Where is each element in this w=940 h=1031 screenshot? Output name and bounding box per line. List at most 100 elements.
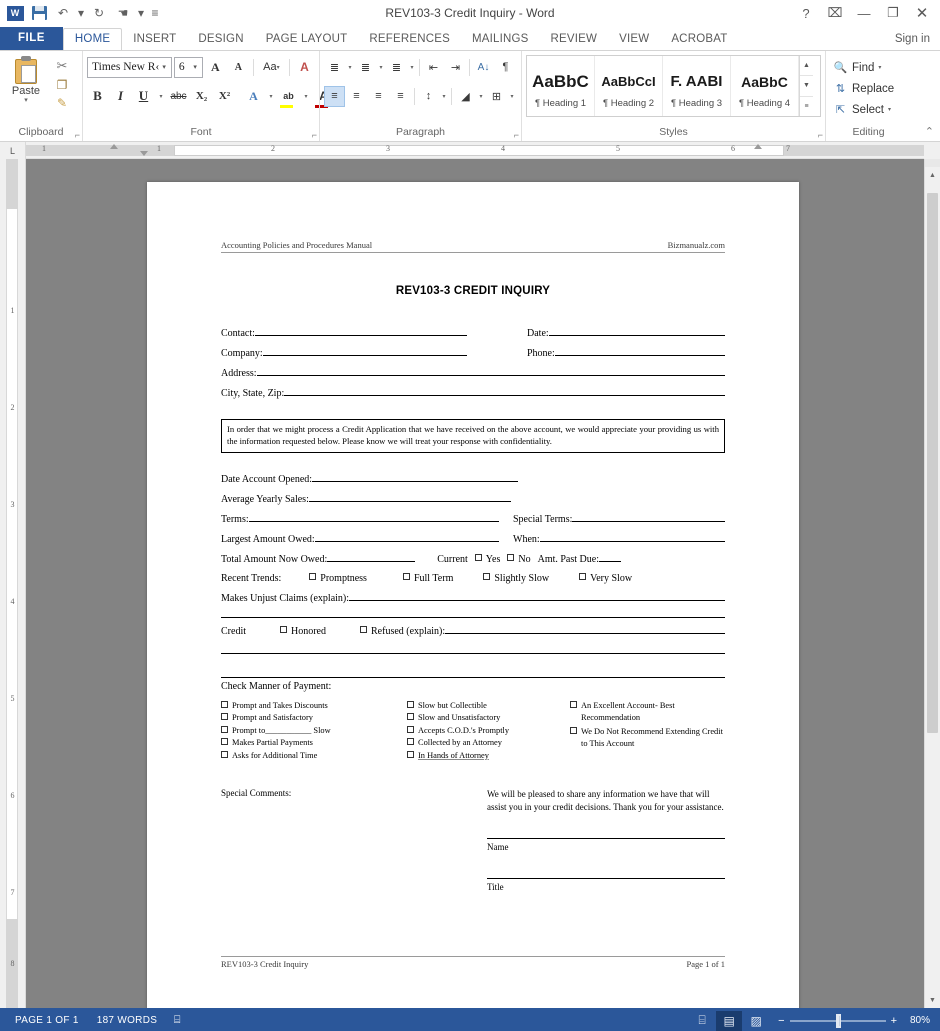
tab-home[interactable]: HOME xyxy=(62,28,123,50)
paste-button[interactable]: Paste ▾ xyxy=(4,54,48,125)
title-signature-line[interactable] xyxy=(487,878,725,880)
subscript-icon[interactable]: X₂ xyxy=(191,86,212,107)
payment-checkbox[interactable] xyxy=(407,725,414,733)
zoom-slider[interactable]: − + xyxy=(770,1013,905,1028)
font-size-caret-icon[interactable]: ▾ xyxy=(190,63,200,71)
borders-dropdown-icon[interactable]: ▾ xyxy=(508,93,516,100)
ribbon-display-options-icon[interactable]: ⌧ xyxy=(821,1,849,25)
multilevel-list-icon[interactable]: ≣ xyxy=(386,57,407,78)
undo-dropdown-icon[interactable]: ▾ xyxy=(76,2,86,24)
customize-qat-icon[interactable]: ≡ xyxy=(148,2,162,24)
paste-dropdown-icon[interactable]: ▾ xyxy=(24,97,28,104)
web-layout-icon[interactable]: ▨ xyxy=(743,1011,769,1031)
borders-icon[interactable]: ⊞ xyxy=(486,86,507,107)
sign-in-button[interactable]: Sign in xyxy=(895,29,940,50)
touch-mode-dropdown-icon[interactable]: ▾ xyxy=(136,2,146,24)
date-input[interactable] xyxy=(548,323,725,336)
hanging-indent-marker[interactable] xyxy=(140,151,148,156)
replace-button[interactable]: ⇅ Replace xyxy=(830,78,907,99)
close-icon[interactable]: ✕ xyxy=(908,1,936,25)
font-dialog-launcher[interactable]: ⌐ xyxy=(312,130,317,140)
find-button[interactable]: 🔍 Find ▾ xyxy=(830,57,907,78)
align-left-icon[interactable]: ≡ xyxy=(324,85,345,107)
underline-dropdown-icon[interactable]: ▾ xyxy=(156,86,166,107)
align-right-icon[interactable]: ≡ xyxy=(368,86,389,107)
shrink-font-icon[interactable]: A xyxy=(228,57,249,78)
strikethrough-icon[interactable]: abc xyxy=(168,86,189,107)
change-case-icon[interactable]: Aa ▾ xyxy=(257,57,285,78)
page-indicator[interactable]: PAGE 1 OF 1 xyxy=(6,1015,88,1026)
decrease-indent-icon[interactable]: ⇤ xyxy=(423,57,444,78)
amt-past-due-input[interactable] xyxy=(598,549,621,562)
text-effects-dropdown-icon[interactable]: ▾ xyxy=(266,86,276,107)
grow-font-icon[interactable]: A xyxy=(205,57,226,78)
tab-acrobat[interactable]: ACROBAT xyxy=(660,29,738,50)
tab-stop-selector[interactable]: L xyxy=(0,142,26,159)
zoom-track[interactable] xyxy=(789,1013,886,1028)
word-count[interactable]: 187 WORDS xyxy=(88,1015,167,1026)
text-effects-icon[interactable]: A xyxy=(243,86,264,107)
italic-icon[interactable]: I xyxy=(110,86,131,107)
terms-input[interactable] xyxy=(248,509,499,522)
bullets-dropdown-icon[interactable]: ▾ xyxy=(346,64,354,71)
highlight-dropdown-icon[interactable]: ▾ xyxy=(301,86,311,107)
vertical-scrollbar[interactable]: ▲ ▼ xyxy=(924,159,940,1008)
trend-slightly-slow-checkbox[interactable] xyxy=(483,573,491,580)
superscript-icon[interactable]: X² xyxy=(214,86,235,107)
find-dropdown-icon[interactable]: ▾ xyxy=(878,64,881,71)
cut-icon[interactable]: ✂ xyxy=(57,58,68,74)
total-amount-now-owed-input[interactable] xyxy=(327,549,416,562)
styles-more-icon[interactable]: ≡ xyxy=(800,97,813,116)
average-yearly-sales-input[interactable] xyxy=(308,489,511,502)
justify-icon[interactable]: ≡ xyxy=(390,86,411,107)
company-input[interactable] xyxy=(262,343,467,356)
styles-scroll-down-icon[interactable]: ▼ xyxy=(800,76,813,97)
scrollbar-thumb[interactable] xyxy=(927,193,938,733)
zoom-in-icon[interactable]: + xyxy=(891,1015,897,1027)
phone-input[interactable] xyxy=(554,343,725,356)
split-handle[interactable] xyxy=(925,159,940,167)
tab-insert[interactable]: INSERT xyxy=(122,29,187,50)
first-line-indent-marker[interactable] xyxy=(110,144,118,149)
copy-icon[interactable]: ❐ xyxy=(57,78,68,92)
select-dropdown-icon[interactable]: ▾ xyxy=(888,106,891,113)
tab-file[interactable]: FILE xyxy=(0,27,63,50)
payment-checkbox[interactable] xyxy=(407,713,414,721)
read-mode-icon[interactable]: ⌸ xyxy=(689,1011,715,1031)
current-yes-checkbox[interactable] xyxy=(474,554,482,561)
shading-icon[interactable]: ◢ xyxy=(455,86,476,107)
when-input[interactable] xyxy=(539,529,725,542)
payment-checkbox[interactable] xyxy=(221,750,228,758)
shading-dropdown-icon[interactable]: ▾ xyxy=(477,93,485,100)
styles-dialog-launcher[interactable]: ⌐ xyxy=(818,130,823,140)
undo-icon[interactable]: ↶ xyxy=(52,2,74,24)
unjust-claims-input[interactable] xyxy=(349,588,725,601)
zoom-level[interactable]: 80% xyxy=(906,1015,934,1026)
clipboard-dialog-launcher[interactable]: ⌐ xyxy=(75,130,80,140)
tab-view[interactable]: VIEW xyxy=(608,29,660,50)
maximize-icon[interactable]: ❐ xyxy=(879,1,907,25)
largest-amount-owed-input[interactable] xyxy=(314,529,499,542)
right-indent-marker[interactable] xyxy=(754,144,762,149)
print-layout-icon[interactable]: ▤ xyxy=(716,1010,743,1031)
name-signature-line[interactable] xyxy=(487,838,725,840)
scroll-up-icon[interactable]: ▲ xyxy=(925,167,940,183)
select-button[interactable]: ⇱ Select ▾ xyxy=(830,99,907,120)
payment-checkbox[interactable] xyxy=(570,726,577,734)
font-name-combo[interactable]: Times New R‹ ▾ xyxy=(87,56,172,78)
address-input[interactable] xyxy=(256,363,725,376)
contact-input[interactable] xyxy=(254,323,467,336)
sort-icon[interactable]: A↓ xyxy=(473,57,494,78)
payment-checkbox[interactable] xyxy=(221,725,228,733)
date-account-opened-input[interactable] xyxy=(312,469,519,482)
minimize-icon[interactable]: — xyxy=(850,1,878,25)
repeat-icon[interactable]: ↻ xyxy=(88,2,110,24)
style-heading-1[interactable]: AaBbC ¶ Heading 1 xyxy=(527,56,595,116)
underline-icon[interactable]: U xyxy=(133,86,154,107)
highlight-icon[interactable]: ab xyxy=(278,86,299,108)
line-spacing-icon[interactable]: ↕ xyxy=(418,86,439,107)
font-size-combo[interactable]: 6 ▾ xyxy=(173,56,203,78)
payment-checkbox[interactable] xyxy=(221,701,228,708)
styles-scroll-up-icon[interactable]: ▲ xyxy=(800,56,813,77)
credit-refused-checkbox[interactable] xyxy=(360,626,367,633)
